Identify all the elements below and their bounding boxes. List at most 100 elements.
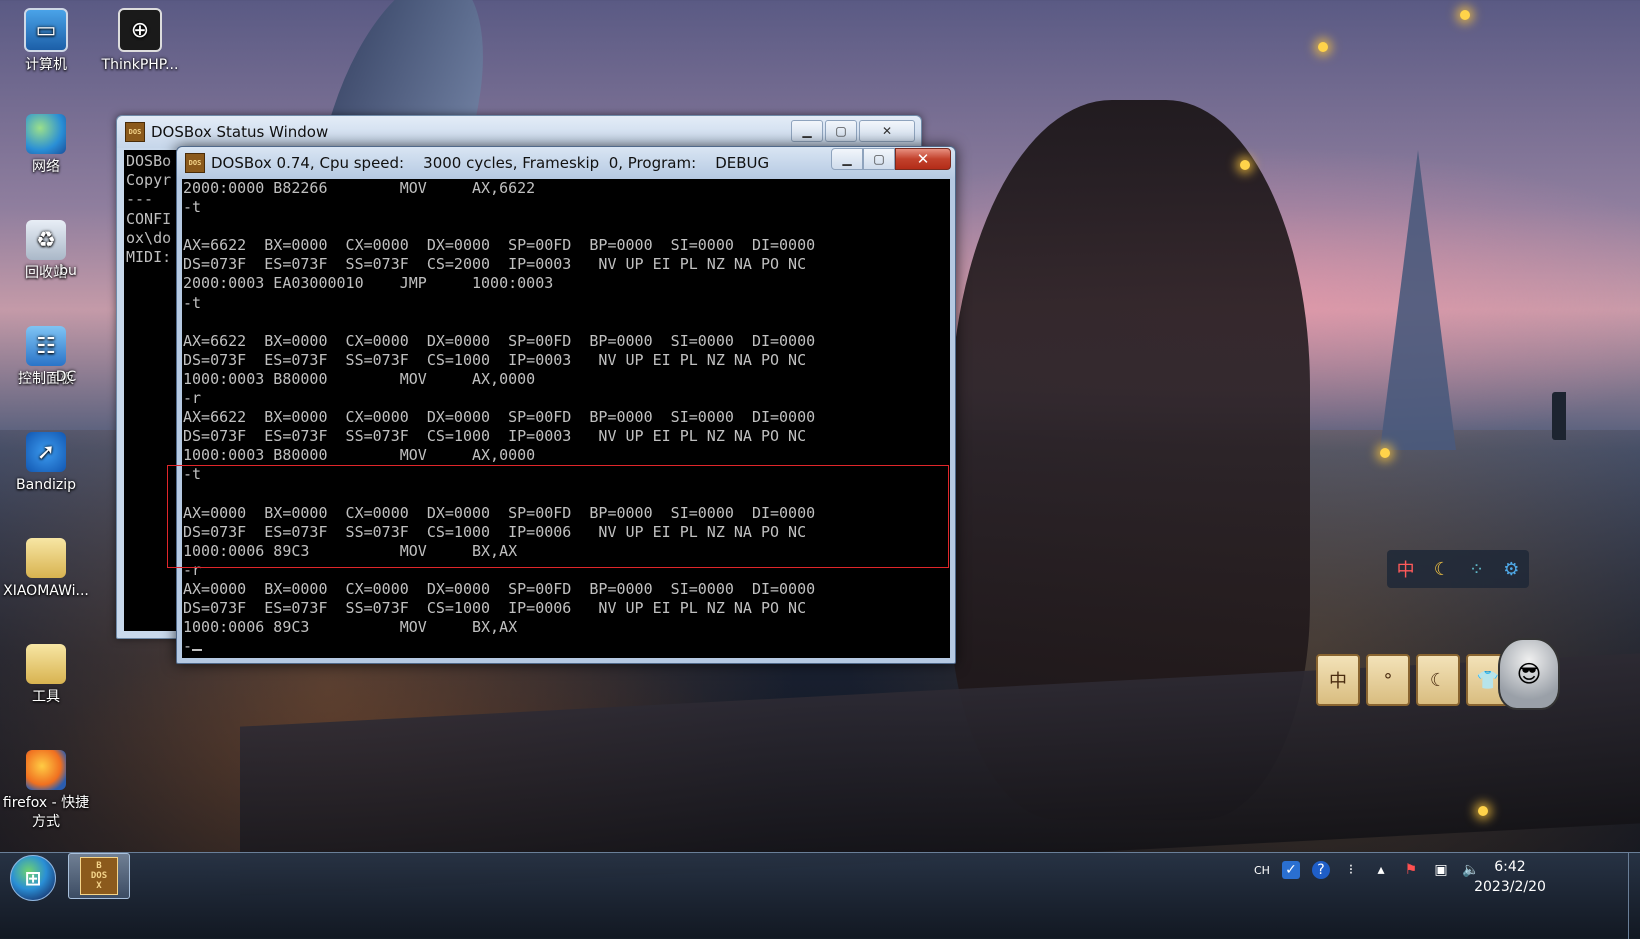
wallpaper-figure [950, 100, 1310, 820]
tray-check-icon[interactable]: ✓ [1281, 861, 1300, 879]
wallpaper-butterfly [1478, 806, 1488, 816]
console-line: -t [183, 465, 202, 484]
minimize-button[interactable]: ▁ [831, 148, 863, 170]
console-line: 1000:0006 89C3 MOV BX,AX [183, 618, 518, 637]
console-line: - [183, 637, 815, 656]
console-line: DS=073F ES=073F SS=073F CS=1000 IP=0006 … [183, 599, 807, 618]
close-button[interactable]: ✕ [859, 120, 915, 142]
show-desktop-button[interactable] [1628, 853, 1640, 939]
desktop-icon-label: bu [59, 263, 77, 279]
ime-toolbar[interactable]: 中 ☾ ⁘ ⚙ [1387, 550, 1529, 588]
dosbox-window-title: DOSBox 0.74, Cpu speed: 3000 cycles, Fra… [211, 154, 770, 172]
bandizip-icon: ➚ [26, 432, 66, 472]
language-indicator[interactable]: CH [1254, 864, 1270, 877]
console-line: 2000:0000 B82266 MOV AX,6622 [183, 179, 536, 197]
console-line: -t [183, 198, 202, 217]
status-window-title: DOSBox Status Window [151, 123, 329, 141]
minimize-button[interactable]: ▁ [791, 120, 823, 142]
desktop-icon-network[interactable]: 网络 [0, 114, 94, 177]
console-line: AX=6622 BX=0000 CX=0000 DX=0000 SP=00FD … [183, 236, 816, 255]
ime-chinese-icon[interactable]: 中 [1397, 556, 1415, 582]
dos-console[interactable]: 2000:0000 B82266 MOV AX,6622 -t AX=6622 BX… [182, 179, 950, 658]
desktop-icon-tools[interactable]: 工具 [0, 644, 94, 707]
desktop-icon-computer[interactable]: ▭ 计算机 [0, 8, 94, 75]
console-line: DS=073F ES=073F SS=073F CS=2000 IP=0003 … [183, 255, 807, 274]
dosbox-window-controls: ▁ ▢ ✕ [831, 148, 951, 170]
console-line: ox\do [126, 228, 172, 247]
console-line: 1000:0003 B80000 MOV AX,0000 [183, 446, 536, 465]
mascot-icon[interactable]: 😎 [1498, 638, 1560, 710]
console-line: -r [183, 389, 202, 408]
computer-icon: ▭ [24, 8, 68, 52]
wallpaper-butterfly [1380, 448, 1390, 458]
thinkphp-icon: ⊕ [118, 8, 162, 52]
skin-toolbar: 中 ° ☾ 👕 [1316, 654, 1510, 706]
wallpaper-spire [1380, 150, 1456, 450]
scroll-chinese-icon[interactable]: 中 [1316, 654, 1360, 706]
maximize-button[interactable]: ▢ [825, 120, 857, 142]
dosbox-window[interactable]: DOS DOSBox 0.74, Cpu speed: 3000 cycles,… [176, 146, 956, 664]
console-line: AX=0000 BX=0000 CX=0000 DX=0000 SP=00FD … [183, 579, 816, 598]
console-output: 2000:0000 B82266 MOV AX,6622 -t AX=6622 BX… [183, 179, 815, 656]
desktop-icon-label: 计算机 [25, 57, 67, 73]
desktop-icon-label: ThinkPHP... [101, 57, 179, 73]
wallpaper-butterfly [1240, 160, 1250, 170]
network-icon [26, 114, 66, 154]
desktop-icon-label: Bandizip [16, 477, 76, 493]
clock[interactable]: 6:42 2023/2/20 [1462, 857, 1558, 897]
console-line: -t [183, 293, 202, 312]
dosbox-icon: B DOS X [80, 857, 118, 895]
clock-date: 2023/2/20 [1474, 879, 1546, 895]
dosbox-icon: DOS [185, 153, 205, 173]
network-tray-icon[interactable]: ▣ [1432, 861, 1450, 879]
wallpaper-butterfly [1318, 42, 1328, 52]
control-panel-icon: ☷ [26, 326, 66, 366]
console-line: Copyr [126, 171, 172, 190]
console-line: MIDI: [126, 248, 172, 267]
desktop-icon-label: firefox - 快捷方式 [2, 795, 90, 830]
moon-icon[interactable]: ☾ [1434, 559, 1450, 580]
settings-icon[interactable]: ⚙ [1503, 559, 1519, 580]
system-tray: CH ✓ ? ⁝ ▴ ⚑ ▣ 🔈 [1254, 861, 1480, 879]
console-line: AX=6622 BX=0000 CX=0000 DX=0000 SP=00FD … [183, 408, 816, 427]
status-window-controls: ▁ ▢ ✕ [791, 120, 915, 142]
folder-icon [26, 644, 66, 684]
console-line: DS=073F ES=073F SS=073F CS=1000 IP=0003 … [183, 427, 807, 446]
help-icon[interactable]: ? [1311, 861, 1330, 879]
close-button[interactable]: ✕ [895, 148, 951, 170]
scroll-moon-icon[interactable]: ☾ [1416, 654, 1460, 706]
desktop-icon-firefox[interactable]: firefox - 快捷方式 [0, 750, 94, 832]
console-line: CONFI [126, 209, 172, 228]
scroll-punctuation-icon[interactable]: ° [1366, 654, 1410, 706]
start-button[interactable]: ⊞ [10, 855, 56, 901]
console-line: 2000:0003 EA03000010 JMP 1000:0003 [183, 274, 554, 293]
show-hidden-icons-icon[interactable]: ▴ [1372, 861, 1390, 879]
console-line: AX=0000 BX=0000 CX=0000 DX=0000 SP=00FD … [183, 503, 816, 522]
action-center-flag-icon[interactable]: ⚑ [1402, 861, 1420, 879]
console-line: -r [183, 560, 202, 579]
desktop-icon-label: DC [55, 369, 77, 385]
desktop-icon-label: 网络 [32, 159, 60, 175]
desktop-icon-partial[interactable]: DC [46, 368, 86, 387]
folder-icon [26, 538, 66, 578]
desktop-icon-bandizip[interactable]: ➚ Bandizip [0, 432, 94, 495]
dosbox-icon: DOS [125, 122, 145, 142]
console-line: 1000:0003 B80000 MOV AX,0000 [183, 369, 536, 388]
desktop-icon-thinkphp[interactable]: ⊕ ThinkPHP... [92, 8, 188, 75]
console-line: 1000:0006 89C3 MOV BX,AX [183, 541, 518, 560]
tray-menu-icon[interactable]: ⁝ [1342, 861, 1360, 879]
taskbar-dosbox-button[interactable]: B DOS X [68, 853, 130, 899]
recycle-bin-icon: ♻ [26, 220, 66, 260]
punctuation-icon[interactable]: ⁘ [1469, 559, 1484, 580]
side-panel-tab[interactable] [1552, 392, 1566, 440]
maximize-button[interactable]: ▢ [863, 148, 895, 170]
taskbar: ⊞ B DOS X CH ✓ ? ⁝ ▴ ⚑ ▣ 🔈 6:42 2023/2/20 [0, 852, 1640, 939]
wallpaper-butterfly [1460, 10, 1470, 20]
console-line: --- [126, 190, 154, 209]
desktop-icon-partial[interactable]: bu [48, 262, 88, 281]
desktop-icon-label: XIAOMAWi... [3, 583, 89, 599]
clock-time: 6:42 [1494, 859, 1526, 875]
desktop-icon-xiaomawifi[interactable]: XIAOMAWi... [0, 538, 94, 601]
